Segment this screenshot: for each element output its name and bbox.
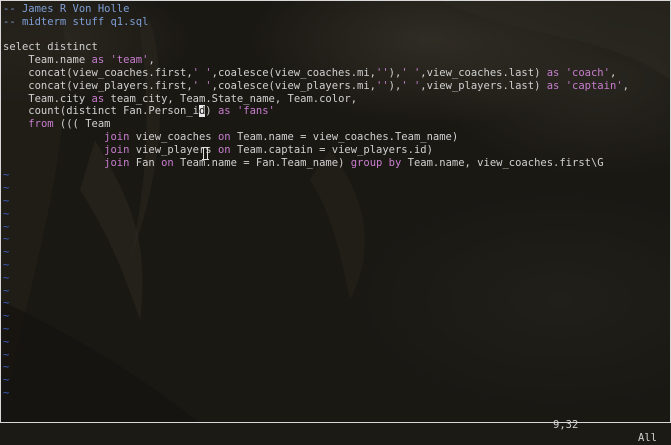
empty-line-marker: ~ xyxy=(3,348,10,361)
code-token-plain: concat(view_coaches.first, xyxy=(3,66,193,79)
code-line[interactable]: concat(view_coaches.first,' ',coalesce(v… xyxy=(3,67,668,80)
empty-line-marker: ~ xyxy=(3,246,10,259)
code-line[interactable]: count(distinct Fan.Person_id) as 'fans' xyxy=(3,105,668,118)
code-token-string: 'team' xyxy=(110,54,149,67)
code-line[interactable]: concat(view_players.first,' ',coalesce(v… xyxy=(3,80,668,93)
code-token-string: '' xyxy=(376,66,389,79)
empty-line-marker: ~ xyxy=(3,258,10,271)
code-token-plain: ,view_coaches.last) xyxy=(420,66,547,79)
code-token-keyword: from xyxy=(28,118,54,131)
code-token-plain: , xyxy=(609,66,617,79)
code-token-plain: view_coaches xyxy=(129,130,218,143)
code-token-plain: ,coalesce(view_coaches.mi, xyxy=(211,66,376,79)
vim-status-line: 9,32 All xyxy=(0,406,671,444)
empty-line-marker: ~ xyxy=(3,322,10,335)
code-token-plain: select distinct xyxy=(3,41,98,54)
code-token-plain: Team.name, view_coaches.first\G xyxy=(401,156,604,169)
code-token-string: ' ' xyxy=(192,79,212,92)
code-line[interactable]: from ((( Team xyxy=(3,118,668,131)
code-token-plain: Team.city xyxy=(3,92,92,105)
code-token-string: ' ' xyxy=(401,66,421,79)
code-token-keyword: as xyxy=(91,54,105,67)
empty-line-marker: ~ xyxy=(3,271,10,284)
scroll-position-indicator: All xyxy=(638,432,657,444)
empty-line-marker: ~ xyxy=(3,361,10,374)
code-token-string: 'captain' xyxy=(565,79,623,92)
code-token-plain: , xyxy=(622,79,629,92)
cursor-position-indicator: 9,32 xyxy=(553,419,579,431)
empty-line-marker: ~ xyxy=(3,194,10,207)
empty-line-marker: ~ xyxy=(3,284,10,297)
empty-line-marker: ~ xyxy=(3,233,10,246)
code-line[interactable]: join Fan on Team.name = Fan.Team_name) g… xyxy=(3,157,668,170)
code-token-comment: -- James R Von Holle xyxy=(3,3,130,15)
code-token-plain: count(distinct Fan.Person_i xyxy=(3,105,199,118)
empty-line-marker: ~ xyxy=(3,220,10,233)
code-token-plain: , xyxy=(148,54,155,67)
code-token-plain: Team.name = Fan.Team_name) xyxy=(173,156,351,169)
empty-line-marker: ~ xyxy=(3,335,10,348)
code-token-string: ' ' xyxy=(192,66,212,79)
code-line[interactable]: select distinct xyxy=(3,41,668,54)
code-token-string: 'fans' xyxy=(236,105,275,118)
code-line[interactable] xyxy=(3,29,668,42)
code-line[interactable]: join view_coaches on Team.name = view_co… xyxy=(3,131,668,144)
code-token-plain: ,coalesce(view_players.mi, xyxy=(211,79,376,92)
empty-line-marker: ~ xyxy=(3,374,10,387)
code-line[interactable]: -- James R Von Holle xyxy=(3,3,668,16)
code-line[interactable]: Team.city as team_city, Team.State_name,… xyxy=(3,93,668,106)
code-token-string: ' ' xyxy=(401,79,421,92)
code-line[interactable]: -- midterm stuff q1.sql xyxy=(3,16,668,29)
code-token-keyword: join xyxy=(104,130,130,143)
code-token-plain: Fan xyxy=(129,156,162,169)
empty-line-marker: ~ xyxy=(3,386,10,399)
code-token-keyword: join xyxy=(104,143,130,156)
code-token-string: '' xyxy=(376,79,389,92)
code-token-plain: Team.captain = view_players.id) xyxy=(230,143,433,156)
code-token-keyword: as xyxy=(546,66,560,79)
empty-line-marker: ~ xyxy=(3,297,10,310)
code-token-keyword: on xyxy=(217,143,231,156)
code-token-keyword: as xyxy=(91,92,105,105)
code-token-keyword: join xyxy=(104,156,130,169)
code-token-plain: concat(view_players.first, xyxy=(3,79,193,92)
empty-line-marker: ~ xyxy=(3,182,10,195)
code-token-comment: -- midterm stuff q1.sql xyxy=(3,15,149,28)
empty-line-marker: ~ xyxy=(3,207,10,220)
code-line[interactable]: Team.name as 'team', xyxy=(3,54,668,67)
code-line[interactable]: join view_players on Team.captain = view… xyxy=(3,144,668,157)
code-token-keyword: on xyxy=(217,130,231,143)
code-token-plain: ((( Team xyxy=(53,118,111,131)
code-token-keyword: as xyxy=(217,105,231,118)
empty-line-marker: ~ xyxy=(3,310,10,323)
code-token-plain: ), xyxy=(388,79,402,92)
code-token-plain: ) xyxy=(205,105,218,118)
mouse-ibeam-cursor-icon xyxy=(202,147,209,160)
code-token-plain: Team.name = view_coaches.Team_name) xyxy=(230,130,459,143)
code-token-plain: ), xyxy=(388,66,402,79)
code-token-keyword: as xyxy=(546,79,560,92)
code-token-plain: ,view_players.last) xyxy=(420,79,547,92)
vim-editor-buffer[interactable]: -- James R Von Holle -- midterm stuff q1.… xyxy=(3,3,668,400)
empty-line-marker: ~ xyxy=(3,169,10,182)
code-token-keyword: on xyxy=(161,156,174,169)
code-token-string: 'coach' xyxy=(565,66,610,79)
code-token-plain: Team.name xyxy=(3,54,92,67)
code-token-plain: team_city, Team.State_name, Team.color, xyxy=(104,92,358,105)
code-token-keyword: group by xyxy=(350,156,402,169)
